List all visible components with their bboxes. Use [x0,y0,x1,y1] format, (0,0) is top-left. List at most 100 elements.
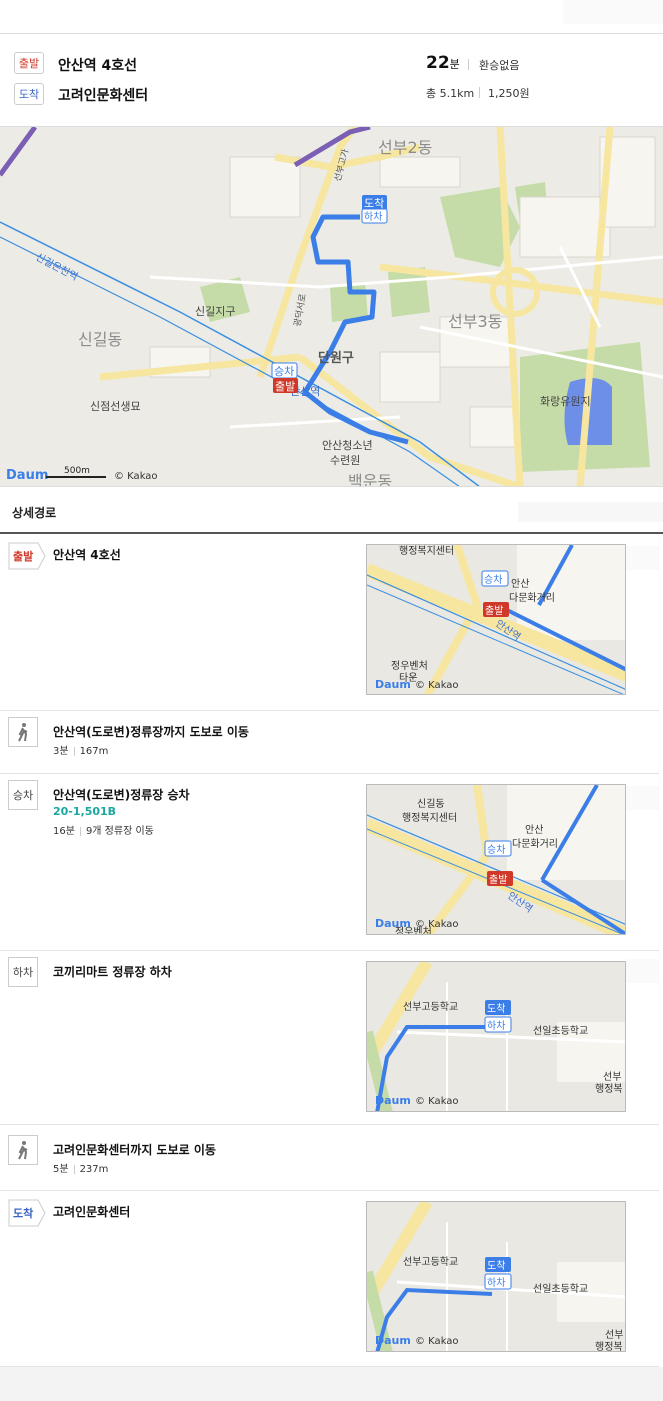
step-arrive[interactable]: 도착 고려인문화센터 선부고등학교 선일초등학교 선부 행정복 도착 하차 Da… [0,1191,659,1367]
label-singil-jigu: 신길지구 [195,305,235,318]
svg-text:정우벤처: 정우벤처 [391,660,428,672]
svg-text:© Kakao: © Kakao [415,1336,459,1347]
svg-text:Daum: Daum [375,917,411,930]
step-board[interactable]: 승차 안산역(도로변)정류장 승차 20-1,501B 16분 9개 정류장 이동… [0,774,659,951]
svg-text:선일초등학교: 선일초등학교 [533,1283,588,1295]
thumb-map-1[interactable]: 행정복지센터 안산 다문화거리 정우벤처 타운 안산역 승차 출발 Daum ©… [366,544,626,695]
transfer-count: 환승없음 [479,59,520,72]
label-cemetery: 신점선생묘 [90,400,141,413]
total-distance: 총 5.1km [426,87,475,100]
svg-text:© Kakao: © Kakao [415,680,459,691]
step-title: 고려인문화센터 [53,1205,131,1219]
svg-text:행정복: 행정복 [595,1083,623,1095]
step-title: 안산역 4호선 [53,548,121,562]
detail-header: 상세경로 [0,494,663,534]
total-time: 22분 [426,53,460,73]
step-depart[interactable]: 출발 안산역 4호선 행정복지센터 안산 다문화거리 정우벤처 타운 안산역 승… [0,536,659,711]
svg-text:출발: 출발 [275,380,295,393]
label-youth2: 수련원 [330,454,360,467]
thumb-canvas: 행정복지센터 안산 다문화거리 정우벤처 타운 안산역 승차 출발 Daum ©… [367,545,625,694]
svg-text:Daum: Daum [375,1334,411,1347]
step-alight[interactable]: 하차 코끼리마트 정류장 하차 선부고등학교 선일초등학교 선부 행정복 도착 … [0,951,659,1125]
start-tag: 출발 [14,52,44,74]
step-distance: 167m [79,746,109,757]
arrive-tag: 도착 [8,1199,46,1227]
board-marker[interactable]: 승차 [271,362,298,379]
svg-text:출발: 출발 [489,874,507,886]
step-distance: 237m [79,1164,109,1175]
time-value: 22 [426,53,450,73]
label-seonbu2: 선부2동 [378,138,432,157]
detail-title: 상세경로 [12,506,57,520]
svg-text:안산: 안산 [525,824,543,836]
depart-marker[interactable]: 출발 [273,378,298,393]
total-fare: 1,250원 [488,87,530,100]
thumb-map-4[interactable]: 선부고등학교 선일초등학교 선부 행정복 도착 하차 Daum © Kakao [366,1201,626,1352]
step-time: 5분 [53,1164,69,1175]
step-title: 안산역(도로변)정류장까지 도보로 이동 [53,725,249,739]
svg-text:승차: 승차 [274,365,294,378]
label-danwon: 단원구 [318,350,354,366]
thumb-canvas: 선부고등학교 선일초등학교 선부 행정복 도착 하차 Daum © Kakao [367,1202,625,1352]
label-hwarang: 화랑유원지 [540,395,591,408]
route-summary: 출발 안산역 4호선 도착 고려인문화센터 22분 환승없음 총 5.1km 1… [0,35,663,127]
step-meta: 16분 9개 정류장 이동 [53,822,154,837]
map-canvas: 선부2동 신길동 선부3동 백운동 신길지구 신점선생묘 화랑유원지 안산청소년… [0,127,663,486]
svg-text:© Kakao: © Kakao [415,1096,459,1107]
label-seonbu3: 선부3동 [448,312,502,331]
thumb-canvas: 선부고등학교 선일초등학교 선부 행정복 도착 하차 Daum © Kakao [367,962,625,1111]
header-ghost [518,502,663,522]
svg-text:행정복: 행정복 [595,1341,623,1352]
svg-text:선부: 선부 [603,1071,621,1083]
walk-icon [8,717,38,747]
bottom-strip [0,1367,663,1401]
end-name[interactable]: 고려인문화센터 [58,85,148,105]
alight-tag: 하차 [8,957,38,987]
step-meta: 3분 167m [53,742,108,757]
svg-text:출발: 출발 [13,549,33,563]
depart-tag: 출발 [8,542,46,570]
svg-text:하차: 하차 [487,1276,505,1289]
label-youth: 안산청소년 [322,439,373,452]
step-time: 3분 [53,746,69,757]
svg-text:행정복지센터: 행정복지센터 [399,545,454,557]
thumb-map-2[interactable]: 신길동 행정복지센터 안산 다문화거리 안산역 정우벤처 승차 출발 Daum … [366,784,626,935]
step-title: 안산역(도로변)정류장 승차 [53,788,190,802]
svg-text:© Kakao: © Kakao [415,919,459,930]
svg-text:승차: 승차 [487,844,505,856]
ghost [626,546,659,570]
svg-text:선일초등학교: 선일초등학교 [533,1025,588,1037]
step-stops: 9개 정류장 이동 [85,826,154,837]
step-meta: 5분 237m [53,1160,108,1175]
svg-text:안산: 안산 [511,578,529,590]
svg-text:선부고등학교: 선부고등학교 [403,1256,458,1268]
top-ghost [563,0,663,24]
svg-text:신길동: 신길동 [417,797,445,810]
svg-text:다문화거리: 다문화거리 [509,592,555,604]
top-strip [0,0,663,34]
step-walk-2[interactable]: 고려인문화센터까지 도보로 이동 5분 237m [0,1125,659,1191]
bus-route-number[interactable]: 20-1,501B [53,805,116,818]
divider [479,87,480,98]
arrive-marker[interactable]: 도착 하차 [361,195,388,224]
step-walk-1[interactable]: 안산역(도로변)정류장까지 도보로 이동 3분 167m [0,711,659,774]
svg-text:도착: 도착 [13,1206,33,1220]
svg-text:Daum: Daum [375,678,411,691]
end-tag: 도착 [14,83,44,105]
svg-text:도착: 도착 [487,1003,505,1015]
divider [468,59,469,70]
ghost [626,959,659,983]
step-title: 고려인문화센터까지 도보로 이동 [53,1143,216,1157]
thumb-canvas: 신길동 행정복지센터 안산 다문화거리 안산역 정우벤처 승차 출발 Daum … [367,785,625,934]
svg-text:출발: 출발 [485,605,503,617]
svg-text:하차: 하차 [364,210,382,223]
svg-text:다문화거리: 다문화거리 [512,838,558,850]
step-title: 코끼리마트 정류장 하차 [53,965,172,979]
route-map[interactable]: 선부2동 신길동 선부3동 백운동 신길지구 신점선생묘 화랑유원지 안산청소년… [0,127,663,487]
step-time: 16분 [53,826,75,837]
svg-text:승차: 승차 [484,574,502,586]
thumb-map-3[interactable]: 선부고등학교 선일초등학교 선부 행정복 도착 하차 Daum © Kakao [366,961,626,1112]
svg-text:도착: 도착 [364,197,384,210]
ghost [626,786,659,810]
start-name[interactable]: 안산역 4호선 [58,55,137,75]
